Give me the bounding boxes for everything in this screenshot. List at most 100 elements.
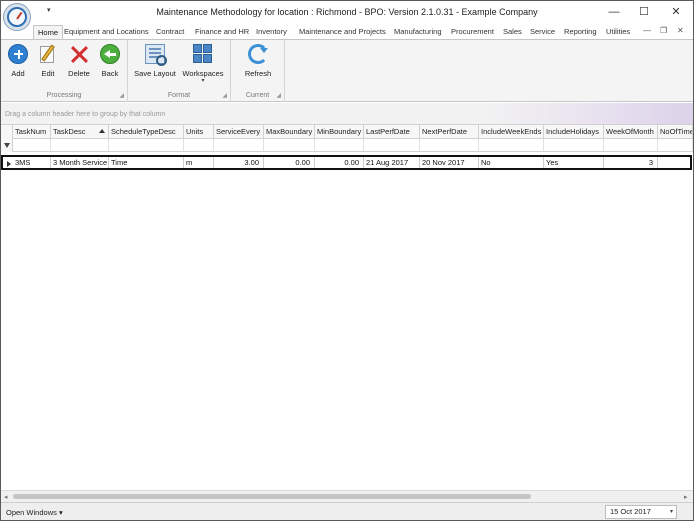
- tab-finance-and-hr[interactable]: Finance and HR: [195, 25, 249, 39]
- tab-procurement[interactable]: Procurement: [451, 25, 494, 39]
- cell-tasknum[interactable]: 3MS: [13, 157, 51, 168]
- processing-launcher-icon[interactable]: ◢: [119, 92, 124, 99]
- minimize-button[interactable]: —: [599, 3, 629, 21]
- workspaces-button[interactable]: Workspaces ▾: [180, 42, 226, 84]
- filter-cell-weekofmonth[interactable]: [604, 139, 658, 152]
- add-button[interactable]: Add: [3, 42, 33, 80]
- window-title: Maintenance Methodology for location : R…: [156, 7, 538, 17]
- filter-icon: [4, 143, 10, 148]
- cell-includeholidays[interactable]: Yes: [544, 157, 604, 168]
- cell-lastperfdate[interactable]: 21 Aug 2017: [364, 157, 420, 168]
- maximize-button[interactable]: ☐: [629, 3, 659, 21]
- cell-minboundary[interactable]: 0.00: [315, 157, 364, 168]
- cell-serviceevery[interactable]: 3.00: [214, 157, 264, 168]
- column-header-nooftime[interactable]: NoOfTime: [658, 125, 693, 139]
- filter-row-indicator[interactable]: [1, 139, 13, 152]
- filter-cell-lastperfdate[interactable]: [364, 139, 420, 152]
- cell-includeweekends[interactable]: No: [479, 157, 544, 168]
- date-value: 15 Oct 2017: [610, 507, 651, 516]
- tab-inventory[interactable]: Inventory: [256, 25, 287, 39]
- save-layout-icon: [145, 44, 167, 66]
- refresh-icon: [248, 44, 268, 64]
- filter-cell-tasknum[interactable]: [13, 139, 51, 152]
- column-header-weekofmonth[interactable]: WeekOfMonth: [604, 125, 658, 139]
- back-button-label: Back: [101, 69, 119, 78]
- sort-ascending-icon: [99, 129, 105, 133]
- column-header-units[interactable]: Units: [184, 125, 214, 139]
- filter-cell-includeweekends[interactable]: [479, 139, 544, 152]
- group-by-panel[interactable]: Drag a column header here to group by th…: [1, 103, 693, 125]
- cell-units[interactable]: m: [184, 157, 214, 168]
- tab-service[interactable]: Service: [530, 25, 555, 39]
- tab-maintenance-and-projects[interactable]: Maintenance and Projects: [299, 25, 386, 39]
- edit-button-label: Edit: [41, 69, 55, 78]
- edit-button[interactable]: Edit: [33, 42, 63, 80]
- filter-cell-nextperfdate[interactable]: [420, 139, 479, 152]
- tab-manufacturing[interactable]: Manufacturing: [394, 25, 442, 39]
- mdi-minimize-button[interactable]: —: [643, 26, 651, 35]
- app-logo-icon[interactable]: [3, 3, 31, 31]
- filter-cell-taskdesc[interactable]: [51, 139, 109, 152]
- tab-equipment-and-locations[interactable]: Equipment and Locations: [64, 25, 149, 39]
- app-window: ▾ Maintenance Methodology for location :…: [0, 0, 694, 521]
- current-launcher-icon[interactable]: ◢: [276, 92, 281, 99]
- filter-cell-minboundary[interactable]: [315, 139, 364, 152]
- format-launcher-icon[interactable]: ◢: [222, 92, 227, 99]
- scroll-right-button[interactable]: ▸: [684, 493, 688, 501]
- delete-button[interactable]: Delete: [64, 42, 94, 80]
- column-header-includeholidays[interactable]: IncludeHolidays: [544, 125, 604, 139]
- current-row-icon: [7, 161, 11, 167]
- back-arrow-icon: [100, 44, 120, 64]
- column-header-tasknum[interactable]: TaskNum: [13, 125, 51, 139]
- cell-taskdesc[interactable]: 3 Month Service: [51, 157, 109, 168]
- mdi-close-button[interactable]: ✕: [677, 26, 684, 35]
- cell-nextperfdate[interactable]: 20 Nov 2017: [420, 157, 479, 168]
- column-header-lastperfdate[interactable]: LastPerfDate: [364, 125, 420, 139]
- filter-cell-nooftime[interactable]: [658, 139, 693, 152]
- filter-cell-units[interactable]: [184, 139, 214, 152]
- horizontal-scrollbar[interactable]: ◂ ▸: [1, 490, 693, 502]
- group-by-prompt: Drag a column header here to group by th…: [5, 111, 166, 118]
- cell-maxboundary[interactable]: 0.00: [264, 157, 315, 168]
- add-icon: [8, 44, 28, 64]
- back-button[interactable]: Back: [95, 42, 125, 80]
- filter-cell-scheduletypedesc[interactable]: [109, 139, 184, 152]
- cell-nooftime[interactable]: [658, 157, 690, 168]
- refresh-button[interactable]: Refresh: [237, 42, 279, 80]
- scroll-left-button[interactable]: ◂: [4, 493, 8, 501]
- tab-sales[interactable]: Sales: [503, 25, 522, 39]
- column-header-maxboundary[interactable]: MaxBoundary: [264, 125, 315, 139]
- open-windows-menu[interactable]: Open Windows ▾: [6, 508, 63, 517]
- tab-home[interactable]: Home: [33, 25, 64, 39]
- tab-utilities[interactable]: Utilities: [606, 25, 630, 39]
- close-button[interactable]: ✕: [661, 3, 691, 21]
- date-picker[interactable]: 15 Oct 2017 ▾: [605, 505, 677, 519]
- column-header-minboundary[interactable]: MinBoundary: [315, 125, 364, 139]
- delete-icon: [69, 44, 89, 64]
- save-layout-button[interactable]: Save Layout: [132, 42, 178, 80]
- column-header-nextperfdate[interactable]: NextPerfDate: [420, 125, 479, 139]
- title-bar: ▾ Maintenance Methodology for location :…: [1, 1, 693, 31]
- column-header-serviceevery[interactable]: ServiceEvery: [214, 125, 264, 139]
- column-header-taskdesc[interactable]: TaskDesc: [51, 125, 109, 139]
- column-header-scheduletypedesc[interactable]: ScheduleTypeDesc: [109, 125, 184, 139]
- tab-contract[interactable]: Contract: [156, 25, 184, 39]
- filter-cell-includeholidays[interactable]: [544, 139, 604, 152]
- filter-cell-serviceevery[interactable]: [214, 139, 264, 152]
- ribbon-tab-bar: Home Equipment and Locations Contract Fi…: [1, 23, 693, 39]
- group-label-processing: Processing: [46, 92, 82, 99]
- table-row[interactable]: 3MS 3 Month Service Time m 3.00 0.00 0.0…: [1, 155, 692, 170]
- filter-cell-maxboundary[interactable]: [264, 139, 315, 152]
- date-dropdown-icon[interactable]: ▾: [670, 506, 673, 518]
- delete-button-label: Delete: [68, 69, 90, 78]
- workspaces-icon: [193, 44, 213, 64]
- cell-scheduletypedesc[interactable]: Time: [109, 157, 184, 168]
- column-header-includeweekends[interactable]: IncludeWeekEnds: [479, 125, 544, 139]
- tab-reporting[interactable]: Reporting: [564, 25, 597, 39]
- scrollbar-thumb[interactable]: [13, 494, 531, 499]
- ribbon-group-format: Save Layout Workspaces ▾ Format ◢: [128, 40, 231, 102]
- data-grid: TaskNum TaskDesc ScheduleTypeDesc Units …: [1, 125, 693, 490]
- cell-weekofmonth[interactable]: 3: [604, 157, 658, 168]
- ribbon-group-current: Refresh Current ◢: [231, 40, 285, 102]
- mdi-restore-button[interactable]: ❐: [660, 26, 667, 35]
